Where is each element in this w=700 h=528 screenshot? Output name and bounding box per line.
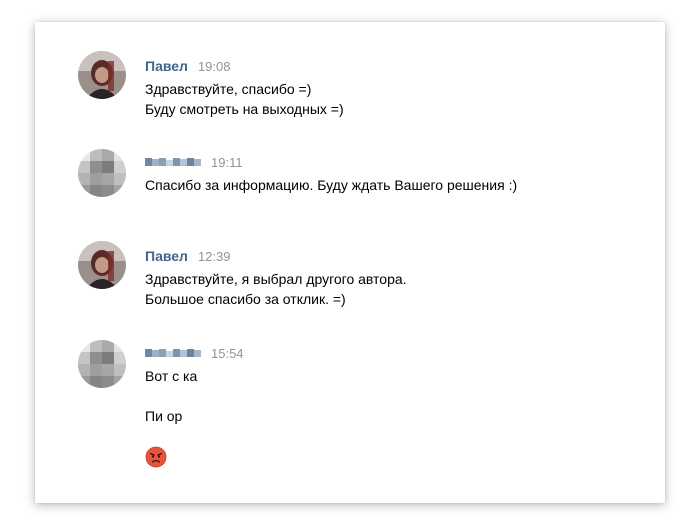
pixelated-avatar-image: [78, 340, 126, 388]
avatar-pavel[interactable]: [78, 51, 126, 99]
message-header: 15:54: [145, 344, 244, 362]
message-line: Спасибо за информацию. Буду ждать Вашего…: [145, 177, 518, 193]
pixelated-name: [145, 158, 201, 166]
message-time[interactable]: 15:54: [211, 346, 244, 361]
avatar-blurred[interactable]: [78, 149, 126, 197]
message-line: Большое спасибо за отклик. =): [145, 291, 346, 307]
chat-history-panel: Павел 19:08 Здравствуйте, спасибо =) Буд…: [35, 22, 665, 503]
author-name[interactable]: Павел: [145, 58, 188, 74]
message-time[interactable]: 12:39: [198, 249, 231, 264]
message-text: Здравствуйте, спасибо =) Буду смотреть н…: [145, 79, 344, 119]
author-name[interactable]: Павел: [145, 248, 188, 264]
message-line: Вот с ка: [145, 368, 198, 384]
avatar-image: [78, 51, 126, 99]
message-line: Пи ор: [145, 408, 183, 424]
angry-face-icon: [145, 446, 167, 468]
message-time[interactable]: 19:08: [198, 59, 231, 74]
pixelated-name: [145, 349, 201, 357]
message-header: Павел 19:08: [145, 57, 231, 75]
message-time[interactable]: 19:11: [211, 155, 243, 170]
message-header: Павел 12:39: [145, 247, 231, 265]
avatar-pavel[interactable]: [78, 241, 126, 289]
message-header: 19:11: [145, 153, 243, 171]
message-text: Вот с ка Пи ор: [145, 366, 197, 426]
author-name-redacted[interactable]: [145, 346, 201, 360]
avatar-blurred[interactable]: [78, 340, 126, 388]
message-line: Здравствуйте, я выбрал другого автора.: [145, 271, 407, 287]
author-name-redacted[interactable]: [145, 155, 201, 169]
message-line: Буду смотреть на выходных =): [145, 101, 344, 117]
message-text: Спасибо за информацию. Буду ждать Вашего…: [145, 175, 517, 195]
pixelated-avatar-image: [78, 149, 126, 197]
avatar-image: [78, 241, 126, 289]
message-line: Здравствуйте, спасибо =): [145, 81, 312, 97]
message-text: Здравствуйте, я выбрал другого автора. Б…: [145, 269, 407, 309]
